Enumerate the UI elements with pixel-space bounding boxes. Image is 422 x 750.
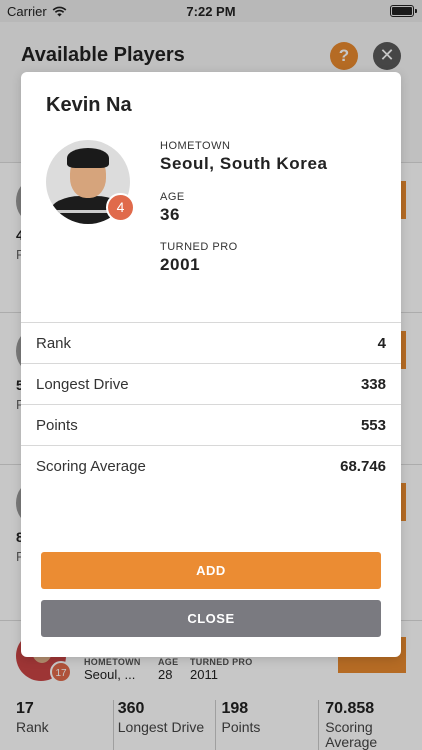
stat-value: 4: [377, 334, 386, 352]
stat-label: Scoring Average: [36, 458, 146, 475]
age-label: AGE: [160, 191, 185, 203]
hometown-label: HOMETOWN: [160, 140, 231, 152]
player-stats-list: Rank 4 Longest Drive 338 Points 553 Scor…: [21, 322, 401, 487]
hometown-info: HOMETOWN Seoul, South Korea: [160, 140, 328, 174]
stat-label: Points: [36, 416, 78, 434]
close-button[interactable]: CLOSE: [41, 600, 381, 637]
player-detail-modal: Kevin Na 4 HOMETOWN Seoul, South Korea A…: [21, 72, 401, 657]
turned-pro-info: TURNED PRO 2001: [160, 241, 238, 275]
stat-value: 68.746: [340, 458, 386, 475]
stat-label: Longest Drive: [36, 375, 129, 393]
stat-value: 338: [360, 375, 386, 393]
age-info: AGE 36: [160, 191, 185, 225]
stat-row-points: Points 553: [21, 405, 401, 446]
stat-row-rank: Rank 4: [21, 323, 401, 364]
age-value: 36: [160, 205, 181, 224]
stat-value: 553: [360, 416, 386, 434]
stat-row-scoring-average: Scoring Average 68.746: [21, 446, 401, 487]
hometown-value: Seoul, South Korea: [160, 154, 328, 173]
stat-label: Rank: [36, 334, 72, 352]
player-name: Kevin Na: [46, 94, 132, 116]
rank-badge: 4: [106, 193, 135, 222]
add-button[interactable]: ADD: [41, 552, 381, 589]
turned-pro-value: 2001: [160, 255, 201, 274]
turned-pro-label: TURNED PRO: [160, 241, 238, 253]
stat-row-longest-drive: Longest Drive 338: [21, 364, 401, 405]
